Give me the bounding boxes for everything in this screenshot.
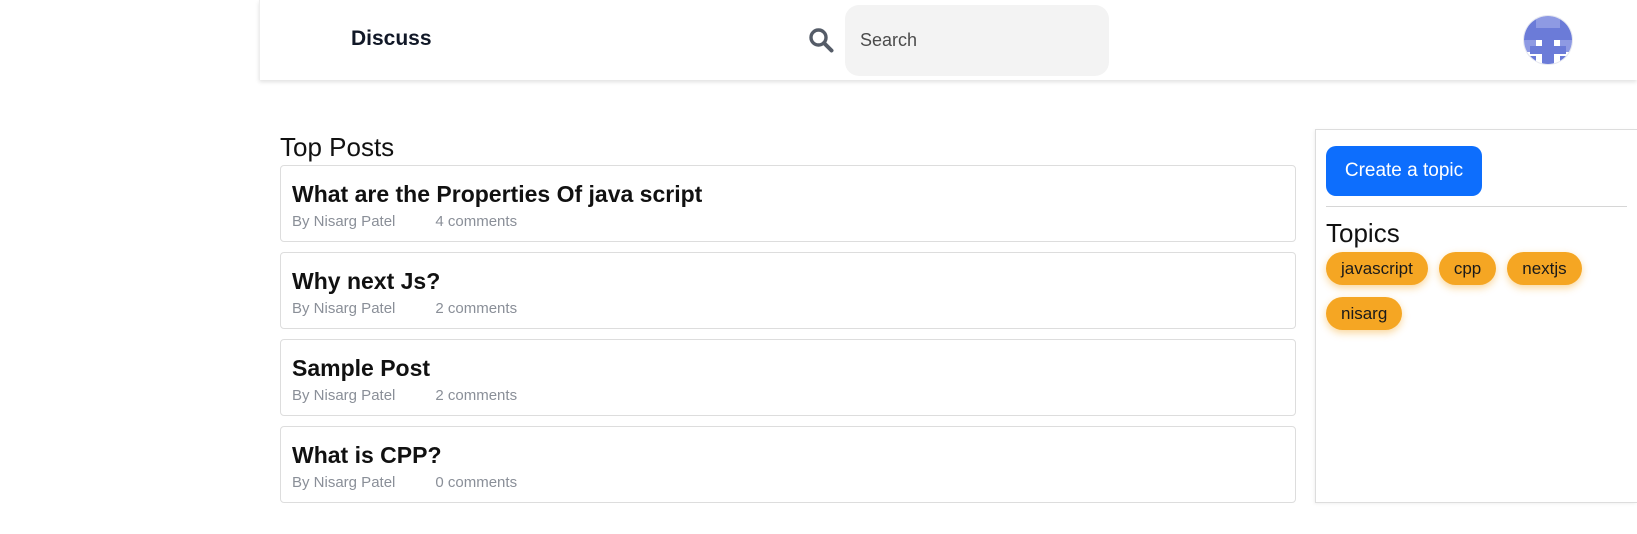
post-comment-count: 2 comments (435, 300, 518, 317)
post-card[interactable]: What are the Properties Of java script B… (280, 165, 1296, 242)
post-title[interactable]: What is CPP? (292, 442, 1284, 468)
topic-chip-list: javascript cpp nextjs nisarg (1326, 252, 1626, 330)
topic-chip-cpp[interactable]: cpp (1438, 252, 1497, 285)
post-author: By Nisarg Patel (292, 387, 396, 404)
create-topic-button[interactable]: Create a topic (1326, 146, 1482, 196)
topic-chip-nisarg[interactable]: nisarg (1326, 297, 1403, 330)
topic-chip-javascript[interactable]: javascript (1326, 252, 1428, 285)
post-meta: By Nisarg Patel 2 comments (292, 387, 1284, 404)
topics-heading: Topics (1326, 218, 1400, 248)
post-comment-count: 0 comments (435, 474, 518, 491)
topic-chip-nextjs[interactable]: nextjs (1507, 252, 1582, 285)
top-navbar: Discuss (259, 0, 1637, 80)
post-comment-count: 2 comments (435, 387, 518, 404)
section-title: Top Posts (280, 132, 395, 162)
post-title[interactable]: Why next Js? (292, 268, 1284, 294)
post-card[interactable]: Sample Post By Nisarg Patel 2 comments (280, 339, 1296, 416)
search-icon[interactable] (808, 27, 834, 53)
post-card[interactable]: Why next Js? By Nisarg Patel 2 comments (280, 252, 1296, 329)
post-comment-count: 4 comments (435, 213, 518, 230)
post-author: By Nisarg Patel (292, 300, 396, 317)
user-avatar[interactable] (1524, 16, 1572, 64)
sidebar: Create a topic Topics javascript cpp nex… (1315, 129, 1637, 503)
post-title[interactable]: Sample Post (292, 355, 1284, 381)
post-list: What are the Properties Of java script B… (280, 165, 1296, 513)
post-meta: By Nisarg Patel 2 comments (292, 300, 1284, 317)
post-author: By Nisarg Patel (292, 213, 396, 230)
brand-link[interactable]: Discuss (351, 27, 432, 51)
post-card[interactable]: What is CPP? By Nisarg Patel 0 comments (280, 426, 1296, 503)
post-meta: By Nisarg Patel 0 comments (292, 474, 1284, 491)
post-author: By Nisarg Patel (292, 474, 396, 491)
search-input[interactable] (845, 5, 1109, 76)
page: Discuss Top Posts What a (0, 0, 1637, 534)
post-title[interactable]: What are the Properties Of java script (292, 181, 1284, 207)
post-meta: By Nisarg Patel 4 comments (292, 213, 1284, 230)
divider (1326, 206, 1627, 207)
identicon-icon (1524, 16, 1572, 64)
